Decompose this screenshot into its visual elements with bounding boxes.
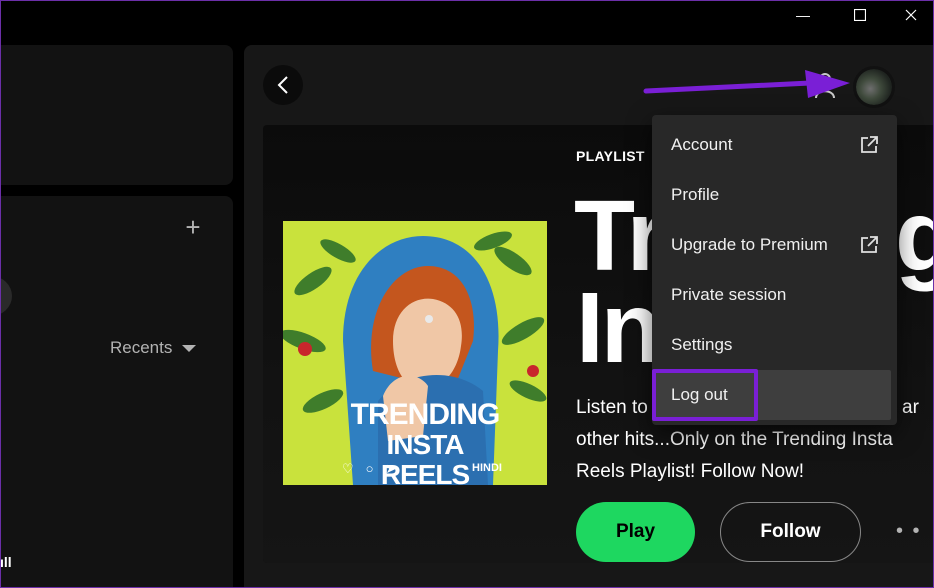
close-icon	[905, 9, 917, 21]
menu-item-label: Upgrade to Premium	[671, 235, 828, 254]
menu-item-label: Profile	[671, 185, 720, 204]
external-link-icon	[861, 236, 878, 253]
menu-item-label: Account	[671, 135, 733, 154]
comment-icon: ○	[365, 461, 374, 476]
profile-menu: Account Profile Upgrade to Premium Priva…	[652, 115, 897, 425]
send-icon: ➤	[385, 461, 397, 476]
maximize-icon	[854, 9, 866, 21]
now-playing-bars-icon: ıll	[0, 554, 12, 570]
maximize-button[interactable]	[837, 0, 883, 30]
annotation-arrow	[643, 70, 850, 98]
follow-button[interactable]: Follow	[720, 502, 861, 562]
menu-item-upgrade[interactable]: Upgrade to Premium	[656, 220, 891, 270]
chevron-left-icon	[277, 76, 288, 94]
close-button[interactable]	[888, 0, 934, 30]
minimize-button[interactable]: —	[780, 0, 826, 30]
nav-panel	[0, 45, 233, 185]
menu-item-profile[interactable]: Profile	[656, 170, 891, 220]
sort-label: Recents	[110, 338, 173, 357]
cover-social-icons: ♡ ○ ➤	[342, 461, 396, 477]
playlist-description-line1: Listen to	[576, 397, 648, 418]
external-link-icon	[861, 136, 878, 153]
menu-item-label: Log out	[671, 385, 728, 404]
playlist-type-label: PLAYLIST	[576, 148, 645, 164]
playlist-description-tail: ar	[902, 397, 919, 418]
cover-title-line1: TRENDING	[350, 398, 501, 431]
avatar	[856, 69, 892, 105]
play-button[interactable]: Play	[576, 502, 695, 562]
menu-item-logout[interactable]: Log out	[656, 370, 891, 420]
sort-recents-button[interactable]: Recents	[110, 338, 197, 358]
cover-tag: HINDI	[472, 462, 502, 474]
playlist-description-line3: Reels Playlist! Follow Now!	[576, 461, 805, 482]
playlist-title-line1: Tr	[574, 180, 666, 292]
menu-item-label: Settings	[671, 335, 733, 354]
menu-item-private-session[interactable]: Private session	[656, 270, 891, 320]
more-options-button[interactable]: • •	[896, 520, 922, 543]
playlist-description-line2: other hits...Only on the Trending Insta	[576, 429, 893, 450]
playlist-title-line2: In	[576, 272, 662, 384]
title-bar: —	[0, 0, 934, 32]
caret-down-icon	[182, 344, 197, 352]
heart-icon: ♡	[342, 461, 354, 476]
back-button[interactable]	[263, 65, 303, 105]
menu-item-label: Private session	[671, 285, 787, 304]
library-panel	[0, 196, 233, 588]
create-playlist-button[interactable]: +	[182, 214, 204, 240]
playlist-title-trailing: g	[895, 180, 934, 292]
menu-item-account[interactable]: Account	[656, 120, 891, 170]
cover-title-line2: INSTA REELS	[380, 429, 470, 490]
menu-item-settings[interactable]: Settings	[656, 320, 891, 370]
